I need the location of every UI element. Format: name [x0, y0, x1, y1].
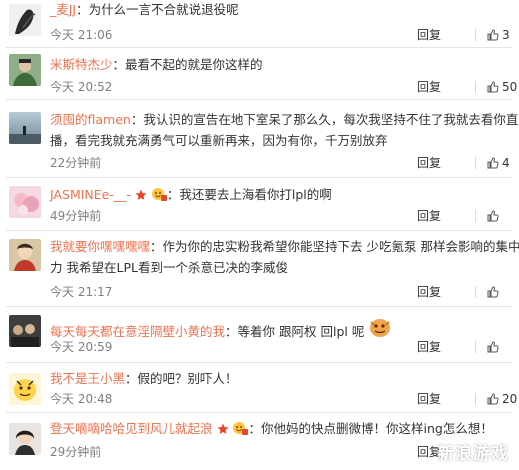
timestamp: 今天 21:06 — [50, 28, 113, 42]
colon: ： — [225, 324, 238, 339]
divider — [475, 341, 476, 353]
username-link[interactable]: 登天嘀嘀哈哈见到风儿就起浪 — [50, 421, 213, 436]
timestamp: 今天 21:17 — [50, 285, 113, 299]
colon: ： — [166, 187, 180, 202]
thumbs-up-icon — [487, 341, 499, 353]
emoticon-icon — [370, 319, 391, 337]
comment-line: _麦JJ：为什么一言不合就说退役呢 — [50, 0, 511, 20]
reply-button[interactable]: 回复 — [417, 27, 441, 43]
comment-text: 我还要去上海看你打lpl的啊 — [179, 187, 332, 202]
username-link[interactable]: 米斯特杰少 — [50, 57, 113, 72]
like-button[interactable] — [487, 208, 502, 224]
avatar[interactable] — [9, 4, 41, 36]
timestamp: 29分钟前 — [50, 445, 102, 459]
comment-text: 为什么一言不合就说退役呢 — [88, 2, 239, 17]
comment-text-continued: 播，看完我就充满勇气可以重新再来，因为有你，千万别放弃 — [50, 133, 388, 148]
colon: ： — [76, 2, 89, 17]
comment-text: 等着你 跟阿权 回lpl 呢 — [237, 324, 365, 339]
divider — [475, 81, 476, 93]
avatar[interactable] — [9, 54, 41, 86]
comment-list: _麦JJ：为什么一言不合就说退役呢 今天 21:06 回复 3 米斯特杰少：最看… — [0, 0, 519, 470]
like-count: 50 — [502, 80, 518, 94]
avatar[interactable] — [9, 186, 41, 218]
thumbs-up-icon — [487, 29, 499, 41]
fan-badge-icon[interactable] — [151, 187, 167, 201]
like-button[interactable] — [487, 284, 502, 300]
like-count: 3 — [502, 28, 510, 42]
comment-text: 假的吧？别吓人！ — [137, 371, 238, 386]
divider — [475, 157, 476, 169]
like-button[interactable]: 20 — [487, 391, 517, 407]
like-button[interactable]: 3 — [487, 27, 510, 43]
reply-button[interactable]: 回复 — [417, 79, 441, 95]
comment-line: 我就要你嘿嘿嘿嘿：作为你的忠实粉我希望你能坚持下去 少吃氪泵 那样会影响的集中 — [50, 237, 519, 257]
comment-line: 登天嘀嘀哈哈见到风儿就起浪 ：你他妈的快点删微博！你这样ing怎么想！ — [50, 419, 511, 439]
colon: ： — [248, 421, 261, 436]
star-badge-icon[interactable] — [135, 189, 147, 201]
like-count: 20 — [502, 392, 518, 406]
reply-button[interactable]: 回复 — [417, 155, 441, 171]
comment-item: _麦JJ：为什么一言不合就说退役呢 今天 21:06 回复 3 — [0, 0, 519, 48]
comment-item: 须囤的flamen：我认识的宣告在地下室呆了那么久，每次我坚持不住了我就去看你直… — [0, 100, 519, 178]
comment-item: 我就要你嘿嘿嘿嘿：作为你的忠实粉我希望你能坚持下去 少吃氪泵 那样会影响的集中 … — [0, 231, 519, 307]
colon: ： — [130, 112, 144, 127]
avatar[interactable] — [9, 239, 41, 271]
comment-item: 每天每天都在意淫隔壁小黄的我：等着你 跟阿权 回lpl 呢 今天 20:59 回… — [0, 307, 519, 363]
timestamp: 今天 20:59 — [50, 340, 113, 354]
divider — [475, 286, 476, 298]
comment-item: JASMINEe-__- ：我还要去上海看你打lpl的啊 49分钟前 回复 — [0, 178, 519, 231]
reply-button[interactable]: 回复 — [417, 208, 441, 224]
username-link[interactable]: 每天每天都在意淫隔壁小黄的我 — [50, 324, 225, 339]
comment-text: 你他妈的快点删微博！你这样ing怎么想！ — [261, 421, 493, 436]
timestamp: 今天 20:52 — [50, 80, 113, 94]
divider — [475, 210, 476, 222]
avatar[interactable] — [9, 423, 41, 455]
avatar[interactable] — [9, 373, 41, 405]
username-link[interactable]: 须囤的flamen — [50, 112, 131, 127]
reply-button[interactable]: 回复 — [417, 284, 441, 300]
like-button[interactable]: 4 — [487, 155, 510, 171]
comment-text: 作为你的忠实粉我希望你能坚持下去 少吃氪泵 那样会影响的集中 — [162, 239, 519, 254]
timestamp: 今天 20:48 — [50, 392, 113, 406]
username-link[interactable]: 我不是王小黑 — [50, 371, 125, 386]
like-button[interactable]: 50 — [487, 79, 517, 95]
colon: ： — [150, 239, 163, 254]
thumbs-up-icon — [487, 157, 499, 169]
like-button[interactable] — [487, 339, 502, 355]
divider — [475, 29, 476, 41]
thumbs-up-icon — [487, 393, 499, 405]
username-link[interactable]: 我就要你嘿嘿嘿嘿 — [50, 239, 150, 254]
star-badge-icon[interactable] — [217, 423, 229, 435]
colon: ： — [112, 57, 126, 72]
comment-item: 我不是王小黑：假的吧？别吓人！ 今天 20:48 回复 20 — [0, 363, 519, 413]
like-count: 4 — [502, 156, 510, 170]
username-link[interactable]: JASMINEe-__- — [50, 187, 131, 202]
divider — [475, 393, 476, 405]
colon: ： — [125, 371, 138, 386]
comment-item: 米斯特杰少：最看不起的就是你这样的 今天 20:52 回复 50 — [0, 48, 519, 100]
comment-line: 我不是王小黑：假的吧？别吓人！ — [50, 369, 511, 389]
thumbs-up-icon — [487, 81, 499, 93]
timestamp: 49分钟前 — [50, 209, 102, 223]
comment-text-continued: 力 我希望在LPL看到一个杀意已决的李威俊 — [50, 260, 288, 275]
thumbs-up-icon — [487, 286, 499, 298]
username-link[interactable]: _麦JJ — [50, 2, 76, 17]
comment-line: 每天每天都在意淫隔壁小黄的我：等着你 跟阿权 回lpl 呢 — [50, 316, 511, 342]
comment-line: 米斯特杰少：最看不起的就是你这样的 — [50, 55, 511, 75]
comment-text: 我认识的宣告在地下室呆了那么久，每次我坚持不住了我就去看你直 — [143, 112, 519, 127]
comment-line: JASMINEe-__- ：我还要去上海看你打lpl的啊 — [50, 185, 511, 205]
watermark-logo: 新浪游戏 — [437, 444, 509, 464]
avatar[interactable] — [9, 112, 41, 144]
reply-button[interactable]: 回复 — [417, 339, 441, 355]
comment-line: 须囤的flamen：我认识的宣告在地下室呆了那么久，每次我坚持不住了我就去看你直 — [50, 110, 518, 130]
comment-text: 最看不起的就是你这样的 — [125, 57, 263, 72]
fan-badge-icon[interactable] — [232, 421, 249, 435]
timestamp: 22分钟前 — [50, 156, 102, 170]
thumbs-up-icon — [487, 210, 499, 222]
reply-button[interactable]: 回复 — [417, 391, 441, 407]
avatar[interactable] — [9, 315, 41, 347]
